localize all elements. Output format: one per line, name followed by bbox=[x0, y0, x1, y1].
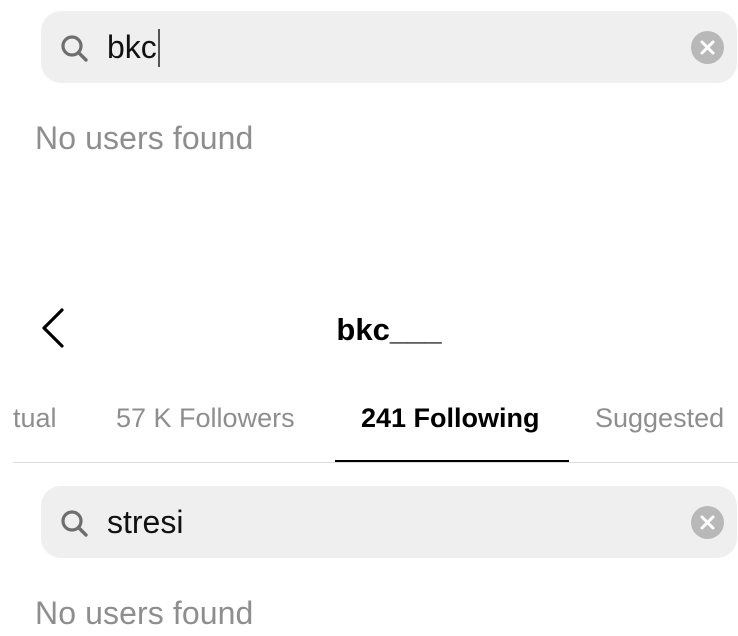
search-bar-top[interactable]: bkc bbox=[41, 11, 737, 83]
page-title: bkc___ bbox=[336, 312, 442, 347]
active-tab-indicator bbox=[335, 460, 569, 462]
text-caret bbox=[157, 28, 160, 67]
tab-following[interactable]: 241 Following bbox=[361, 400, 540, 436]
tab-mutual[interactable]: tual bbox=[13, 400, 57, 436]
tab-suggested[interactable]: Suggested bbox=[595, 400, 724, 436]
search-input-bottom[interactable]: stresi bbox=[107, 486, 183, 558]
search-input-top[interactable]: bkc bbox=[107, 11, 160, 83]
search-icon bbox=[59, 33, 91, 65]
no-users-message-top: No users found bbox=[35, 120, 254, 156]
search-icon bbox=[59, 508, 91, 540]
clear-icon[interactable] bbox=[691, 31, 724, 64]
tab-followers[interactable]: 57 K Followers bbox=[116, 400, 295, 436]
clear-icon[interactable] bbox=[691, 506, 724, 539]
tab-divider bbox=[13, 462, 738, 463]
search-bar-bottom[interactable]: stresi bbox=[41, 486, 737, 558]
tab-bar: tual 57 K Followers 241 Following Sugges… bbox=[0, 400, 738, 462]
no-users-message-bottom: No users found bbox=[35, 595, 254, 631]
